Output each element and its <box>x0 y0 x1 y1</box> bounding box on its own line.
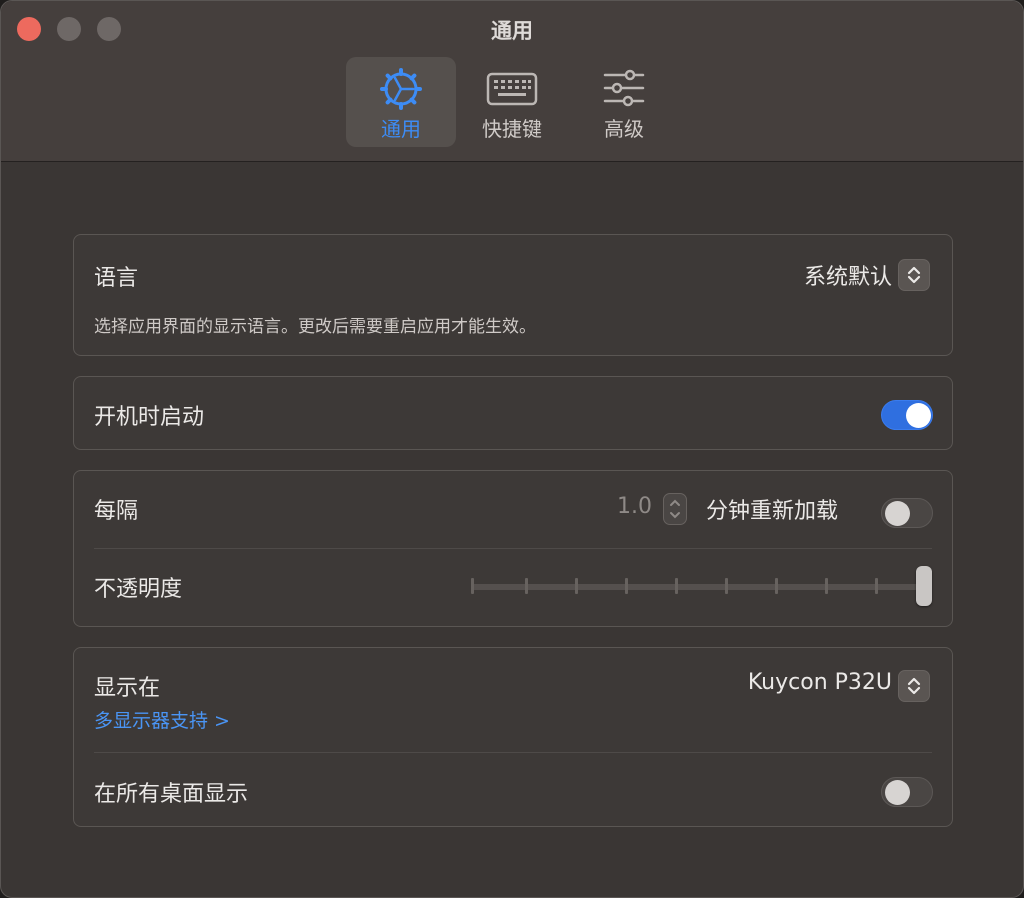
language-value[interactable]: 系统默认 <box>804 259 892 291</box>
slider-tick <box>675 578 678 594</box>
toggle-knob <box>885 501 910 526</box>
all-desktops-label: 在所有桌面显示 <box>94 782 249 807</box>
window-title: 通用 <box>491 19 533 43</box>
preferences-window: 通用 通用 快捷键 高级 语言 系统默认 选择应用界面的显示语言。更改后需要重启… <box>0 0 1024 898</box>
divider <box>94 548 932 549</box>
toggle-knob <box>885 780 910 805</box>
multi-display-link[interactable]: 多显示器支持 > <box>94 706 230 733</box>
language-popup-button[interactable] <box>898 259 930 291</box>
chevron-updown-icon <box>907 677 921 695</box>
slider-tick <box>471 578 474 594</box>
startup-section: 开机时启动 <box>73 376 953 450</box>
keyboard-icon <box>486 72 538 106</box>
gear-icon <box>380 68 422 110</box>
tab-shortcuts[interactable]: 快捷键 <box>457 57 567 147</box>
toolbar: 通用 通用 快捷键 高级 <box>1 1 1023 162</box>
display-popup-button[interactable] <box>898 670 930 702</box>
reload-interval-field[interactable]: 1.0 <box>617 494 652 519</box>
chevron-updown-icon <box>907 266 921 284</box>
display-value[interactable]: Kuycon P32U <box>748 670 892 695</box>
slider-tick <box>825 578 828 594</box>
sliders-icon <box>603 69 645 107</box>
slider-tick <box>575 578 578 594</box>
reload-opacity-section: 每隔 1.0 分钟重新加载 不透明度 <box>73 470 953 627</box>
tab-general[interactable]: 通用 <box>346 57 456 147</box>
tab-advanced-label: 高级 <box>604 117 644 141</box>
opacity-slider-track[interactable] <box>471 584 927 590</box>
language-description: 选择应用界面的显示语言。更改后需要重启应用才能生效。 <box>94 317 536 337</box>
display-label: 显示在 <box>94 676 161 701</box>
divider <box>94 752 932 753</box>
slider-tick <box>725 578 728 594</box>
slider-tick <box>625 578 628 594</box>
reload-interval-stepper[interactable] <box>663 493 687 525</box>
startup-toggle[interactable] <box>881 400 933 430</box>
opacity-label: 不透明度 <box>94 577 183 602</box>
language-section: 语言 系统默认 选择应用界面的显示语言。更改后需要重启应用才能生效。 <box>73 234 953 356</box>
all-desktops-toggle[interactable] <box>881 777 933 807</box>
display-section: 显示在 Kuycon P32U 多显示器支持 > 在所有桌面显示 <box>73 647 953 827</box>
toggle-knob <box>906 403 931 428</box>
slider-tick <box>875 578 878 594</box>
reload-toggle[interactable] <box>881 498 933 528</box>
slider-tick <box>525 578 528 594</box>
reload-label: 每隔 <box>94 499 139 524</box>
language-label: 语言 <box>94 266 139 291</box>
opacity-slider-thumb[interactable] <box>916 566 932 606</box>
slider-tick <box>775 578 778 594</box>
tab-shortcuts-label: 快捷键 <box>482 117 542 141</box>
reload-suffix-label: 分钟重新加载 <box>706 499 839 524</box>
stepper-arrows-icon <box>670 499 680 519</box>
tab-advanced[interactable]: 高级 <box>569 57 679 147</box>
startup-label: 开机时启动 <box>94 405 205 430</box>
tab-general-label: 通用 <box>381 117 421 141</box>
